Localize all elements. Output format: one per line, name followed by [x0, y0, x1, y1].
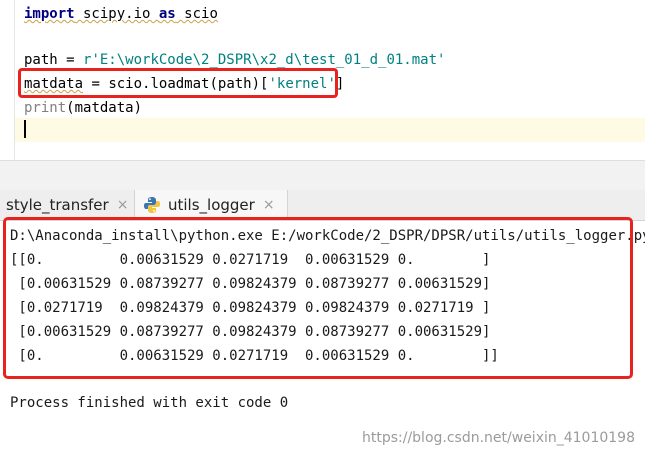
code-line-5[interactable]: print(matdata): [24, 98, 142, 118]
panel-separator: [0, 160, 645, 191]
module-alias: scio: [175, 6, 218, 22]
path-variable: path: [24, 52, 58, 68]
close-icon[interactable]: ×: [117, 197, 129, 213]
code-editor[interactable]: import scipy.io as scio path = r'E:\work…: [0, 0, 645, 160]
path-string: r'E:\workCode\2_DSPR\x2_d\test_01_d_01.m…: [83, 52, 446, 68]
print-args: (matdata): [66, 100, 143, 116]
import-keyword: import: [24, 6, 75, 22]
tab-style-transfer[interactable]: style_transfer ×: [0, 190, 128, 220]
module-name: scipy.io: [74, 6, 159, 22]
code-line-1[interactable]: import scipy.io as scio: [24, 4, 218, 24]
code-highlight-box: [18, 68, 338, 98]
exit-message: Process finished with exit code 0: [10, 395, 289, 411]
print-builtin: print: [24, 100, 67, 116]
code-line-3[interactable]: path = r'E:\workCode\2_DSPR\x2_d\test_01…: [24, 50, 445, 70]
assign-operator: =: [57, 52, 84, 68]
tab-utils-logger[interactable]: utils_logger ×: [134, 190, 288, 220]
text-caret: [24, 120, 26, 138]
python-icon: [143, 196, 161, 214]
output-highlight-box: [3, 217, 633, 379]
tab-label: utils_logger: [168, 196, 255, 214]
current-line-highlight: [15, 118, 645, 142]
watermark-text: https://blog.csdn.net/weixin_41010198: [361, 430, 635, 446]
close-icon[interactable]: ×: [263, 197, 275, 213]
tab-label: style_transfer: [6, 196, 109, 214]
as-keyword: as: [158, 6, 176, 22]
